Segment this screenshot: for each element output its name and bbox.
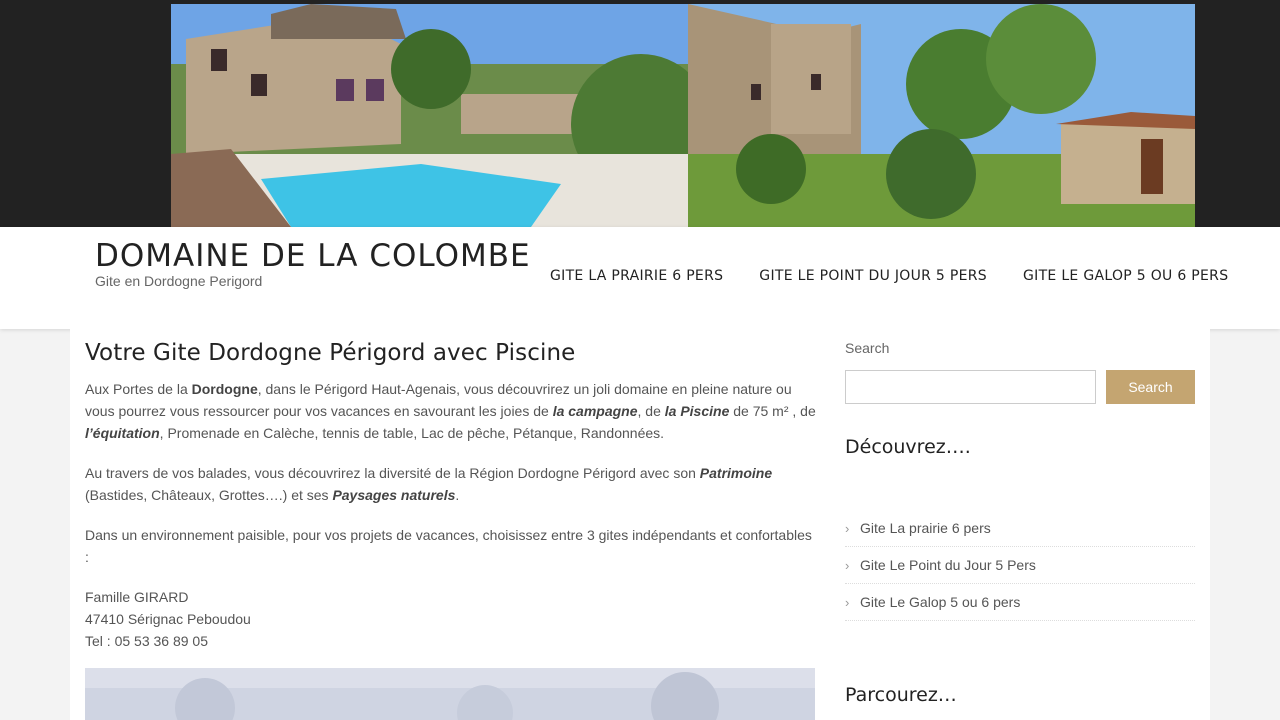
search-input[interactable] — [845, 370, 1096, 404]
discover-list: › Gite La prairie 6 pers › Gite Le Point… — [845, 510, 1195, 621]
chevron-right-icon: › — [845, 520, 850, 536]
main-post: Votre Gite Dordogne Périgord avec Piscin… — [85, 340, 817, 670]
contact-block: Famille GIRARD 47410 Sérignac Peboudou T… — [85, 586, 817, 652]
site-tagline: Gite en Dordogne Perigord — [95, 273, 263, 289]
post-paragraph-intro: Aux Portes de la Dordogne, dans le Périg… — [85, 381, 816, 441]
list-item-label[interactable]: Gite La prairie 6 pers — [860, 520, 991, 536]
nav-item-gite-le-galop[interactable]: GITE LE GALOP 5 OU 6 PERS — [1023, 268, 1228, 288]
list-item-label[interactable]: Gite Le Galop 5 ou 6 pers — [860, 594, 1020, 610]
nav-item-gite-la-prairie[interactable]: GITE LA PRAIRIE 6 PERS — [550, 268, 723, 288]
contact-name: Famille GIRARD — [85, 589, 189, 605]
post-title: Votre Gite Dordogne Périgord avec Piscin… — [85, 340, 576, 366]
post-paragraph-heritage: Au travers de vos balades, vous découvri… — [85, 465, 773, 503]
search-label: Search — [845, 340, 890, 356]
post-paragraph-choose: Dans un environnement paisible, pour vos… — [85, 527, 812, 565]
post-image — [85, 668, 815, 720]
main-navigation: GITE LA PRAIRIE 6 PERS GITE LE POINT DU … — [550, 268, 1228, 288]
discover-widget-title: Découvrez…. — [845, 436, 971, 458]
browse-widget-title: Parcourez… — [845, 684, 957, 706]
list-item-label[interactable]: Gite Le Point du Jour 5 Pers — [860, 557, 1036, 573]
chevron-right-icon: › — [845, 557, 850, 573]
list-item-gite-le-point-du-jour[interactable]: › Gite Le Point du Jour 5 Pers — [845, 547, 1195, 584]
chevron-right-icon: › — [845, 594, 850, 610]
list-item-gite-le-galop[interactable]: › Gite Le Galop 5 ou 6 pers — [845, 584, 1195, 621]
site-title[interactable]: DOMAINE DE LA COLOMBE — [95, 238, 531, 274]
sidebar: Search Search Découvrez…. › Gite La prai… — [845, 340, 1195, 706]
list-item-gite-la-prairie[interactable]: › Gite La prairie 6 pers — [845, 510, 1195, 547]
contact-phone: Tel : 05 53 36 89 05 — [85, 633, 208, 649]
search-form: Search — [845, 370, 1195, 404]
search-button[interactable]: Search — [1106, 370, 1195, 404]
header-image — [171, 4, 1195, 227]
contact-address: 47410 Sérignac Peboudou — [85, 611, 251, 627]
nav-item-gite-le-point-du-jour[interactable]: GITE LE POINT DU JOUR 5 PERS — [759, 268, 987, 288]
